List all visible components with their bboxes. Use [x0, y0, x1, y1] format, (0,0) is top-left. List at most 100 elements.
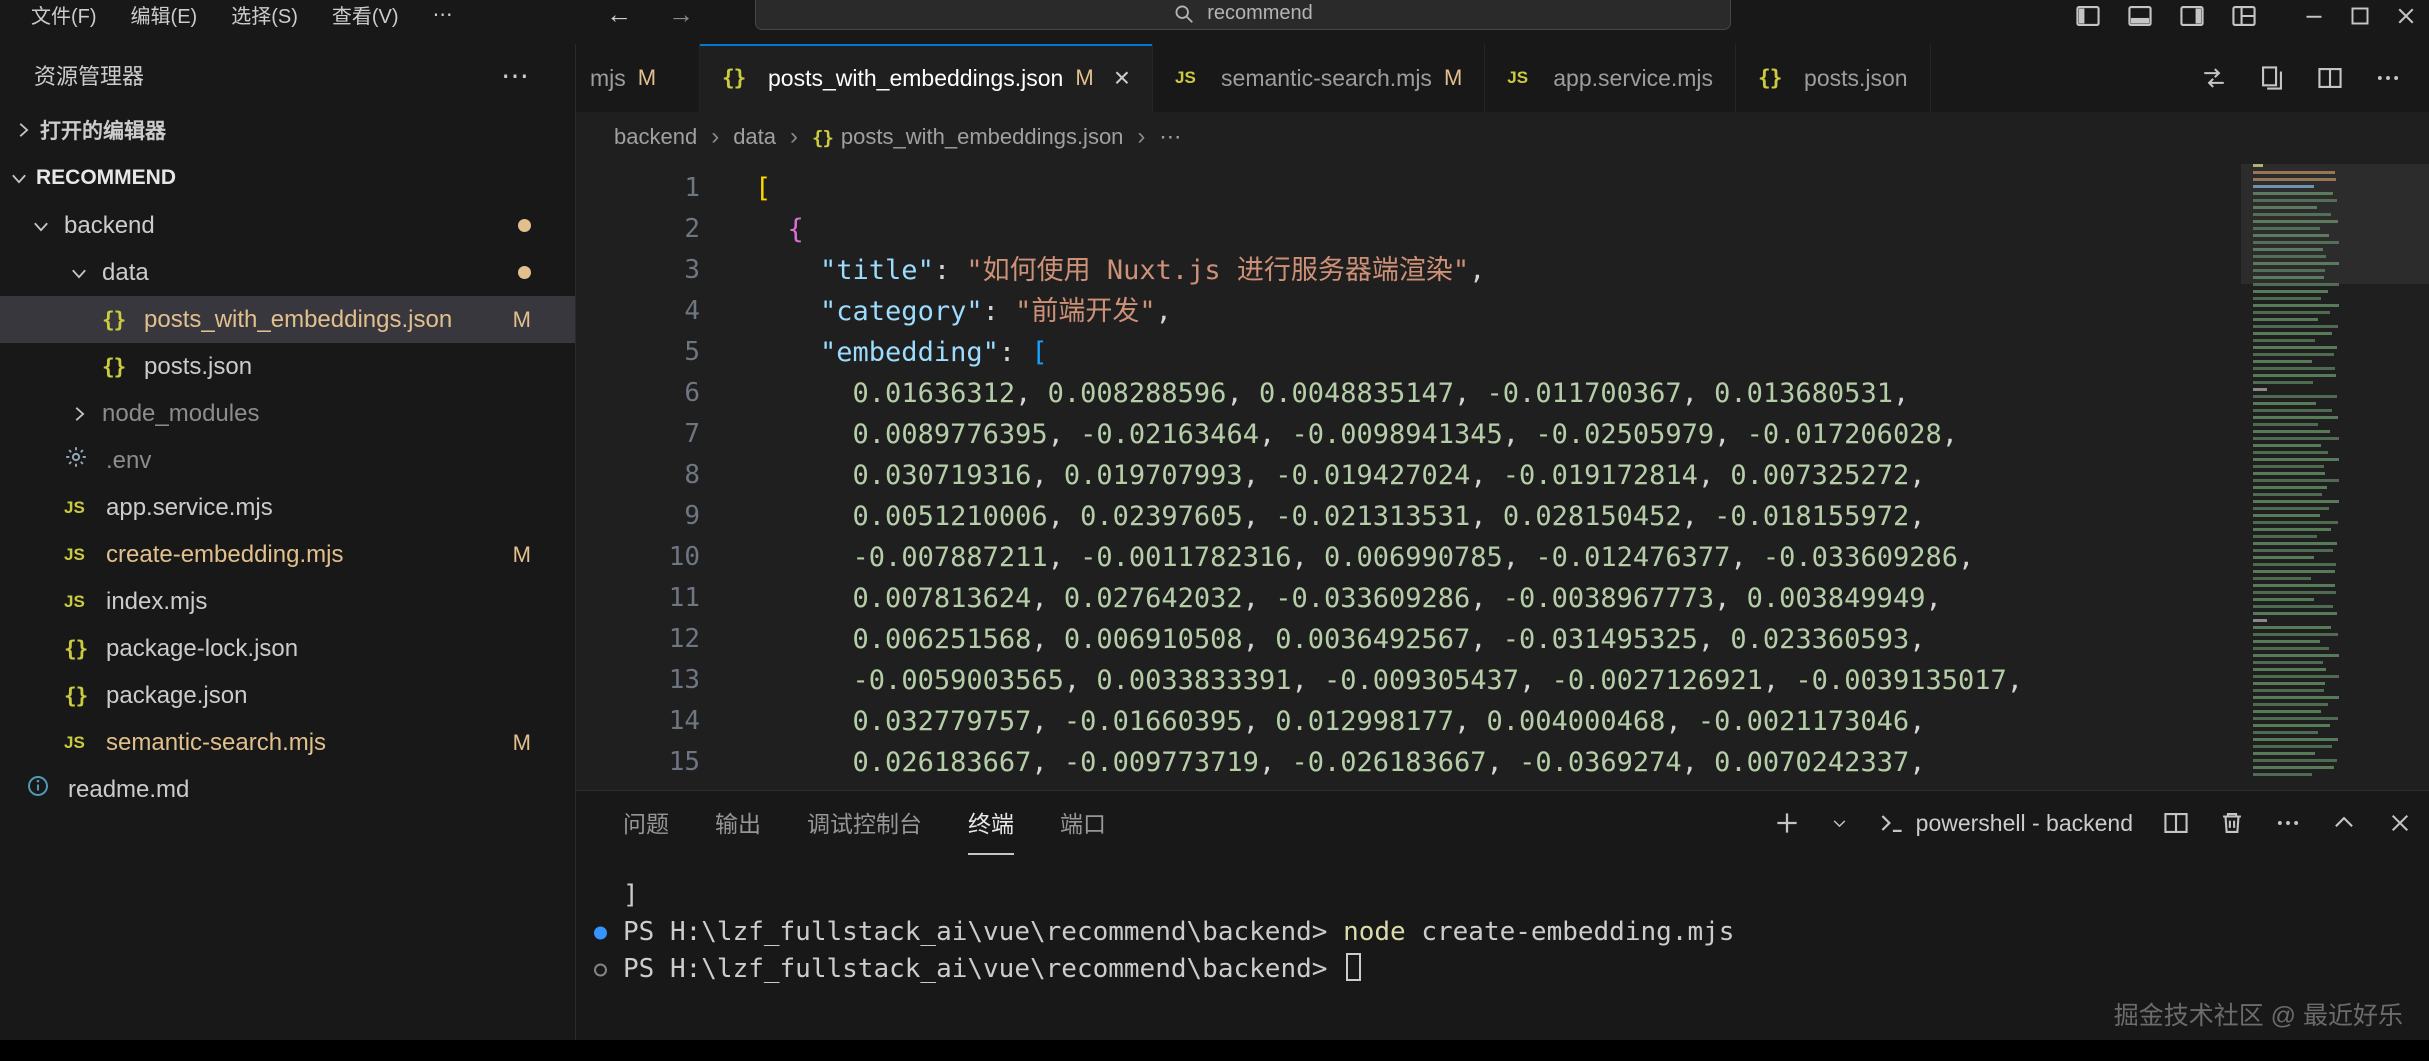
more-actions-icon[interactable]: [2375, 65, 2401, 91]
maximize-button[interactable]: [2337, 0, 2383, 34]
tree-item-package.json[interactable]: {} package.json: [0, 672, 575, 719]
split-terminal-icon[interactable]: [2163, 810, 2189, 836]
code-text: 0.030719316, 0.019707993, -0.019427024, …: [852, 460, 1926, 491]
new-terminal-icon[interactable]: [1773, 809, 1801, 837]
code-text: 0.032779757, -0.01660395, 0.012998177, 0…: [852, 706, 1926, 737]
tab-posts.json[interactable]: {} posts.json: [1736, 44, 1931, 112]
terminal-instance[interactable]: powershell - backend: [1878, 809, 2133, 837]
close-icon[interactable]: ×: [1114, 64, 1130, 92]
search-icon: [1173, 3, 1195, 25]
chevron-down-icon: [8, 167, 30, 189]
open-editors-section[interactable]: 打开的编辑器: [0, 106, 575, 154]
breadcrumb-item-2[interactable]: {} posts_with_embeddings.json: [812, 124, 1123, 150]
minimap-line: [2253, 353, 2334, 356]
section-recommend[interactable]: RECOMMEND: [0, 154, 575, 202]
panel-tab-4[interactable]: 端口: [1060, 791, 1106, 855]
minimap-line: [2253, 563, 2336, 566]
minimap-line: [2253, 374, 2336, 377]
panel-tab-2[interactable]: 调试控制台: [807, 791, 922, 855]
tree-item-data[interactable]: data: [0, 249, 575, 296]
breadcrumb-item-0[interactable]: backend: [614, 124, 697, 150]
minimize-button[interactable]: [2291, 0, 2337, 34]
line-number: 2: [684, 214, 700, 244]
tab-label: posts_with_embeddings.json: [768, 64, 1064, 91]
tree-item-create-embedding.mjs[interactable]: JS create-embedding.mjs M: [0, 531, 575, 578]
tree-item-posts.json[interactable]: {} posts.json: [0, 343, 575, 390]
tab-posts_with_embeddings.json[interactable]: {} posts_with_embeddings.json M ×: [700, 44, 1154, 112]
breadcrumb-item-1[interactable]: data: [733, 124, 776, 150]
panel-tab-3[interactable]: 终端: [968, 791, 1014, 855]
json-icon: {}: [64, 683, 88, 708]
minimap-line: [2253, 346, 2337, 349]
minimap-line: [2253, 696, 2339, 699]
tree-item-package-lock.json[interactable]: {} package-lock.json: [0, 625, 575, 672]
minimap-line: [2253, 444, 2321, 447]
back-arrow-icon[interactable]: ←: [606, 0, 632, 30]
minimap-line: [2253, 577, 2311, 580]
terminal-dropdown-icon[interactable]: [1831, 815, 1848, 832]
code-line: 13 -0.0059003565, 0.0033833391, -0.00930…: [576, 660, 2429, 701]
line-number: 14: [668, 706, 700, 736]
menu-item-4[interactable]: ⋯: [416, 0, 470, 28]
minimap-line: [2253, 584, 2335, 587]
terminal[interactable]: ] PS H:\lzf_fullstack_ai\vue\recommend\ba…: [576, 855, 2429, 988]
terminal-command-args: create-embedding.mjs: [1405, 917, 1735, 947]
tree-item-backend[interactable]: backend: [0, 202, 575, 249]
tree-item-.env[interactable]: .env: [0, 437, 575, 484]
breadcrumb-label: ⋯: [1159, 124, 1182, 149]
maximize-panel-icon[interactable]: [2331, 810, 2357, 836]
breadcrumb-label: posts_with_embeddings.json: [840, 124, 1124, 149]
json-icon: {}: [722, 66, 746, 90]
chevron-down-icon: [26, 215, 56, 237]
customize-layout-icon[interactable]: [2231, 3, 2257, 29]
tree-item-readme.md[interactable]: readme.md: [0, 766, 575, 813]
minimap-line: [2253, 332, 2332, 335]
code-editor[interactable]: 1[2 {3 "title": "如何使用 Nuxt.js 进行服务器端渲染",…: [576, 162, 2429, 790]
tree-item-node_modules[interactable]: node_modules: [0, 390, 575, 437]
tree-item-index.mjs[interactable]: JS index.mjs: [0, 578, 575, 625]
history-navigation: ← →: [606, 0, 694, 30]
minimap-line: [2253, 605, 2333, 608]
tab-label: mjs: [590, 64, 626, 91]
line-number: 6: [684, 378, 700, 408]
tree-item-app.service.mjs[interactable]: JS app.service.mjs: [0, 484, 575, 531]
minimap-line: [2253, 367, 2335, 370]
toggle-secondary-sidebar-icon[interactable]: [2179, 3, 2205, 29]
open-changes-icon[interactable]: [2259, 65, 2285, 91]
panel-tab-0[interactable]: 问题: [623, 791, 669, 855]
more-actions-icon[interactable]: [2275, 810, 2301, 836]
tab-app.service.mjs[interactable]: JS app.service.mjs: [1485, 44, 1737, 112]
close-panel-icon[interactable]: [2387, 810, 2413, 836]
chevron-down-icon: [64, 262, 94, 284]
menu-item-0[interactable]: 文件(F): [14, 0, 114, 28]
minimap-slider[interactable]: [2241, 164, 2429, 284]
tab-semantic-search.mjs[interactable]: JS semantic-search.mjs M: [1153, 44, 1486, 112]
tab-bar: mjs M {} posts_with_embeddings.json M × JS sema…: [576, 44, 2429, 112]
command-center-search[interactable]: recommend: [755, 0, 1731, 30]
tree-item-posts_with_embeddings.json[interactable]: {} posts_with_embeddings.json M: [0, 296, 575, 343]
tree-item-label: data: [102, 258, 149, 286]
menu-item-1[interactable]: 编辑(E): [114, 0, 215, 28]
editor-actions: [2201, 44, 2429, 112]
line-number: 15: [668, 747, 700, 777]
forward-arrow-icon[interactable]: →: [668, 0, 694, 30]
minimap-line: [2253, 717, 2338, 720]
minimap-line: [2253, 682, 2325, 685]
compare-changes-icon[interactable]: [2201, 65, 2227, 91]
minimap-line: [2253, 675, 2339, 678]
close-button[interactable]: [2383, 0, 2429, 34]
menu-item-3[interactable]: 查看(V): [315, 0, 416, 28]
tree-item-semantic-search.mjs[interactable]: JS semantic-search.mjs M: [0, 719, 575, 766]
toggle-panel-icon[interactable]: [2127, 3, 2153, 29]
kill-terminal-icon[interactable]: [2219, 810, 2245, 836]
breadcrumb-item-3[interactable]: ⋯: [1159, 124, 1181, 150]
panel-tab-1[interactable]: 输出: [715, 791, 761, 855]
toggle-primary-sidebar-icon[interactable]: [2075, 3, 2101, 29]
menu-item-2[interactable]: 选择(S): [214, 0, 315, 28]
minimap[interactable]: [2241, 164, 2429, 790]
split-editor-icon[interactable]: [2317, 65, 2343, 91]
tab-mjs[interactable]: mjs M: [576, 44, 700, 112]
more-actions-icon[interactable]: ⋯: [501, 59, 529, 92]
line-number: 1: [684, 173, 700, 203]
layout-controls: [2075, 3, 2257, 29]
